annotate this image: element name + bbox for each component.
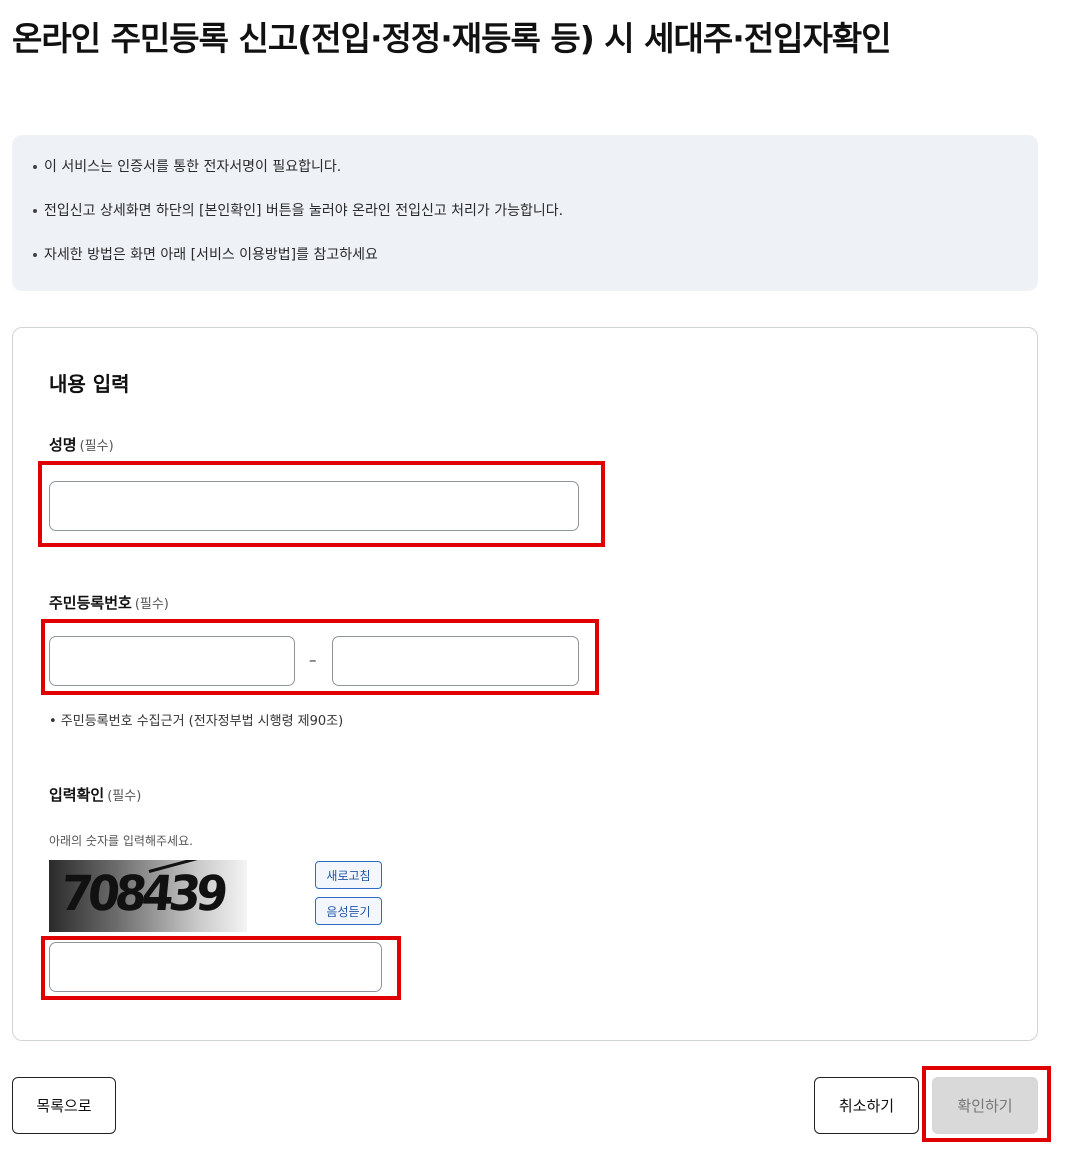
confirm-button[interactable]: 확인하기 <box>932 1077 1038 1134</box>
rrn-label: 주민등록번호 (필수) <box>49 592 169 613</box>
rrn-second-input[interactable] <box>332 636 579 686</box>
captcha-label: 입력확인 (필수) <box>49 784 141 805</box>
captcha-code: 708439 <box>58 864 226 922</box>
cancel-button[interactable]: 취소하기 <box>814 1077 919 1134</box>
list-button[interactable]: 목록으로 <box>12 1077 116 1134</box>
required-mark: (필수) <box>79 439 114 454</box>
name-input[interactable] <box>49 481 579 531</box>
notice-box: 이 서비스는 인증서를 통한 전자서명이 필요합니다. 전입신고 상세화면 하단… <box>12 135 1038 291</box>
required-mark: (필수) <box>134 597 169 612</box>
name-label: 성명 (필수) <box>49 434 114 455</box>
rrn-hint: • 주민등록번호 수집근거 (전자정부법 시행령 제90조) <box>49 714 344 729</box>
captcha-audio-button[interactable]: 음성듣기 <box>315 897 382 925</box>
page: 온라인 주민등록 신고(전입·정정·재등록 등) 시 세대주·전입자확인 이 서… <box>0 0 1069 1170</box>
name-label-text: 성명 <box>49 436 77 454</box>
notice-item: 이 서비스는 인증서를 통한 전자서명이 필요합니다. <box>32 157 1018 201</box>
notice-item: 자세한 방법은 화면 아래 [서비스 이용방법]를 참고하세요 <box>32 245 1018 289</box>
rrn-first-input[interactable] <box>49 636 295 686</box>
captcha-refresh-button[interactable]: 새로고침 <box>315 861 382 889</box>
captcha-instruction: 아래의 숫자를 입력해주세요. <box>49 834 193 848</box>
captcha-input[interactable] <box>49 942 382 992</box>
notice-item: 전입신고 상세화면 하단의 [본인확인] 버튼을 눌러야 온라인 전입신고 처리… <box>32 201 1018 245</box>
rrn-separator: – <box>309 651 317 669</box>
section-title: 내용 입력 <box>49 372 130 396</box>
required-mark: (필수) <box>107 789 142 804</box>
captcha-label-text: 입력확인 <box>49 786 105 804</box>
input-form: 내용 입력 성명 (필수) 주민등록번호 (필수) – • 주민등록번호 수집근거 … <box>12 327 1038 1041</box>
page-title: 온라인 주민등록 신고(전입·정정·재등록 등) 시 세대주·전입자확인 <box>12 19 892 58</box>
captcha-image: 708439 <box>49 860 247 932</box>
rrn-label-text: 주민등록번호 <box>49 594 132 612</box>
